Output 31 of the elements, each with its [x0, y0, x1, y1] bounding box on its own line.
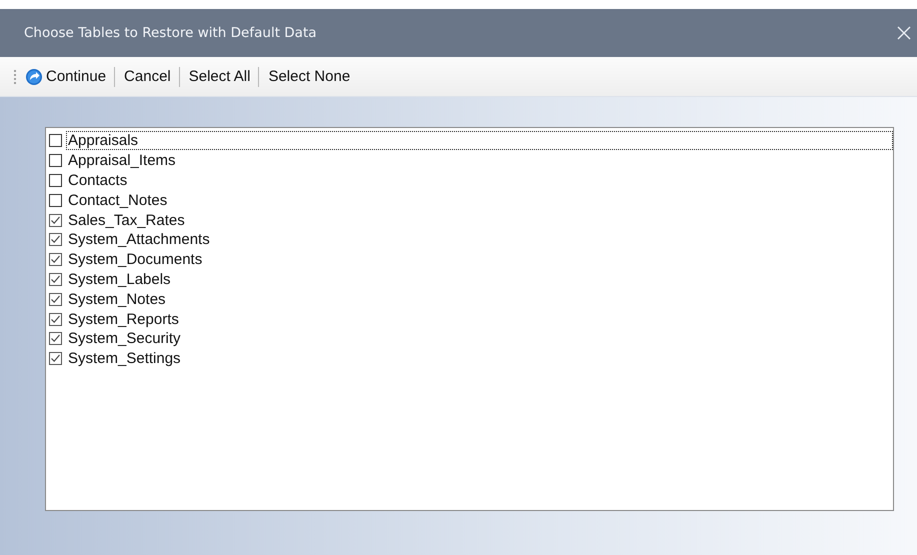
- arrow-icon: [25, 68, 43, 86]
- table-list-item[interactable]: System_Documents: [49, 250, 893, 270]
- checkbox[interactable]: [49, 233, 62, 246]
- table-list-item[interactable]: System_Settings: [49, 348, 893, 369]
- checkbox[interactable]: [49, 312, 62, 326]
- window-title: Choose Tables to Restore with Default Data: [24, 25, 318, 41]
- table-list-item[interactable]: Contact_Notes: [49, 190, 893, 210]
- table-list-item[interactable]: System_Notes: [49, 289, 893, 310]
- checkbox[interactable]: [49, 194, 62, 207]
- table-list-item[interactable]: System_Reports: [49, 309, 893, 329]
- table-list-item[interactable]: System_Attachments: [49, 230, 893, 250]
- table-list-item[interactable]: System_Labels: [49, 270, 893, 290]
- toolbar-button[interactable]: Select None: [268, 68, 358, 85]
- table-list-item[interactable]: Appraisal_Items: [49, 150, 893, 171]
- checkbox[interactable]: [49, 253, 62, 266]
- checkbox[interactable]: [49, 352, 62, 366]
- checkbox[interactable]: [49, 214, 62, 227]
- grip-icon[interactable]: [14, 68, 17, 84]
- table-list-item[interactable]: System_Security: [49, 328, 893, 349]
- checkbox[interactable]: [49, 154, 62, 168]
- table-list-item[interactable]: Contacts: [49, 170, 893, 190]
- toolbar-button[interactable]: Select All: [188, 68, 258, 85]
- checkbox[interactable]: [49, 292, 62, 306]
- checkbox[interactable]: [49, 174, 62, 187]
- toolbar-button[interactable]: Continue: [25, 68, 114, 86]
- checkbox[interactable]: [49, 332, 62, 346]
- checkbox[interactable]: [49, 272, 62, 286]
- table-list-item[interactable]: Sales_Tax_Rates: [49, 210, 893, 230]
- close-icon[interactable]: [897, 26, 911, 40]
- toolbar-button[interactable]: Cancel: [124, 68, 179, 85]
- checkbox[interactable]: [49, 134, 62, 148]
